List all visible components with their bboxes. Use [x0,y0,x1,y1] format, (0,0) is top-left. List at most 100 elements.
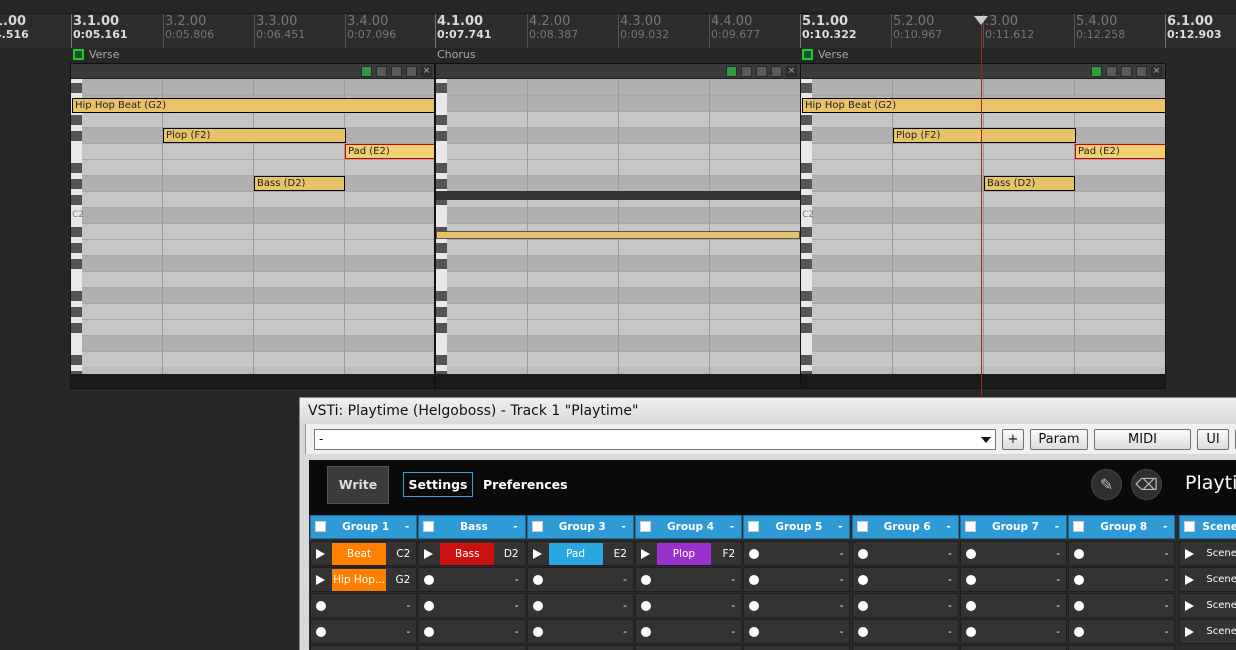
clip-header[interactable]: × [436,64,800,79]
clip-slot[interactable]: - [526,645,634,650]
clip-slot[interactable]: - [634,567,743,592]
record-icon[interactable] [640,627,651,637]
play-icon[interactable] [1185,575,1195,585]
updown-icon[interactable] [406,66,417,77]
black-key[interactable] [71,163,82,173]
piano-roll-row[interactable] [447,255,800,271]
piano-roll-row[interactable] [82,319,434,335]
clip-slot[interactable]: - [418,593,526,618]
black-key[interactable] [71,291,82,301]
record-icon[interactable] [532,627,543,637]
add-preset-button[interactable]: + [1002,429,1024,450]
record-icon[interactable] [532,575,543,585]
group-header[interactable]: Group 8 - [1068,515,1176,539]
clip-slot[interactable]: - [418,567,526,592]
timeline-ruler[interactable]: 1.004.516 3.1.000:05.161 3.2.000:05.806 3.3… [0,0,1236,61]
clip-slot[interactable]: Plop F2 [634,541,743,566]
group-checkbox[interactable] [315,521,326,532]
black-key[interactable] [436,243,447,253]
expand-icon[interactable] [1091,66,1102,77]
black-key[interactable] [801,323,812,333]
piano-roll-row[interactable] [82,271,434,287]
midi-note[interactable]: Plop (F2) [163,128,346,143]
play-icon[interactable] [316,575,325,585]
clip-slot[interactable]: Beat C2 [310,541,418,566]
record-icon[interactable] [749,627,760,637]
clip-label[interactable]: Hip Hop... [332,569,386,591]
black-key[interactable] [436,115,447,125]
scene-slot[interactable]: Scene [1179,541,1236,566]
group-header[interactable]: Group 6 - [851,515,959,539]
black-key[interactable] [801,307,812,317]
play-icon[interactable] [424,549,434,559]
black-key[interactable] [71,131,82,141]
record-icon[interactable] [965,627,976,637]
black-key[interactable] [801,131,812,141]
clip-slot[interactable]: - [418,645,526,650]
selected-row[interactable] [436,191,800,200]
clip-label[interactable]: Pad [548,543,603,565]
piano-roll-row[interactable] [82,207,434,223]
scene-slot[interactable]: Scene [1179,593,1236,618]
group-header[interactable]: Group 5 - [743,515,851,539]
flag-icon[interactable] [391,66,402,77]
vsti-window-title[interactable]: VSTi: Playtime (Helgoboss) - Track 1 "Pl… [300,398,1236,424]
black-key[interactable] [436,259,447,269]
black-key[interactable] [436,131,447,141]
piano-roll-row[interactable] [812,159,1165,175]
scenes-header[interactable]: Scenes [1179,515,1236,539]
midi-button[interactable]: MIDI [1094,429,1191,450]
group-checkbox[interactable] [748,521,760,532]
clip-slot[interactable]: - [959,645,1068,650]
midi-clip[interactable]: × Hip Hop Beat (G2) Plop (F2) Pad (E2) Bass … [800,63,1166,389]
magic-wand-icon[interactable]: ✎ [1091,469,1122,500]
piano-roll-row[interactable] [812,207,1165,223]
group-checkbox[interactable] [964,521,976,532]
record-icon[interactable] [316,627,326,637]
black-key[interactable] [801,243,812,253]
piano-roll-row[interactable] [447,127,800,143]
clip-slot[interactable]: - [959,593,1068,618]
clip-slot[interactable]: - [634,619,743,644]
group-header[interactable]: Group 1 - [310,515,418,539]
black-key[interactable] [71,243,82,253]
record-icon[interactable] [1074,575,1085,585]
play-icon[interactable] [532,549,542,559]
piano-roll-row[interactable] [447,175,800,191]
close-icon[interactable]: × [786,66,797,77]
piano-roll-row[interactable] [447,143,800,159]
clip-slot[interactable]: Pad E2 [526,541,634,566]
record-icon[interactable] [857,575,868,585]
black-key[interactable] [71,323,82,333]
piano-roll-row[interactable] [812,191,1165,207]
midi-note[interactable]: Hip Hop Beat (G2) [802,98,1165,113]
clip-slot[interactable]: Hip Hop... G2 [310,567,418,592]
piano-roll-row[interactable] [82,79,434,95]
piano-keys[interactable] [801,79,812,388]
expand-icon[interactable] [361,66,372,77]
piano-roll-row[interactable] [447,239,800,255]
group-header[interactable]: Bass - [418,515,526,539]
black-key[interactable] [801,115,812,125]
black-key[interactable] [71,115,82,125]
group-menu[interactable]: - [1163,516,1167,538]
play-icon[interactable] [1185,549,1195,559]
group-menu[interactable]: - [1055,516,1059,538]
tab-write[interactable]: Write [327,466,389,504]
clip-slot[interactable]: - [1068,619,1176,644]
black-key[interactable] [71,355,82,365]
black-key[interactable] [71,307,82,317]
clip-slot[interactable]: - [743,619,851,644]
group-header[interactable]: Group 4 - [634,515,743,539]
midi-clip[interactable]: × Hip Hop Beat (G2) Plop (F2) Pad (E2) Bass … [70,63,436,389]
group-checkbox[interactable] [856,521,868,532]
clip-header[interactable]: × [801,64,1165,79]
piano-roll-row[interactable] [812,351,1165,367]
piano-roll-row[interactable] [447,79,800,95]
clip-label[interactable]: Plop [656,543,711,565]
piano-roll-row[interactable] [82,335,434,351]
piano-roll-row[interactable] [812,255,1165,271]
record-icon[interactable] [640,601,651,611]
piano-roll-row[interactable] [82,223,434,239]
close-icon[interactable]: × [421,66,432,77]
